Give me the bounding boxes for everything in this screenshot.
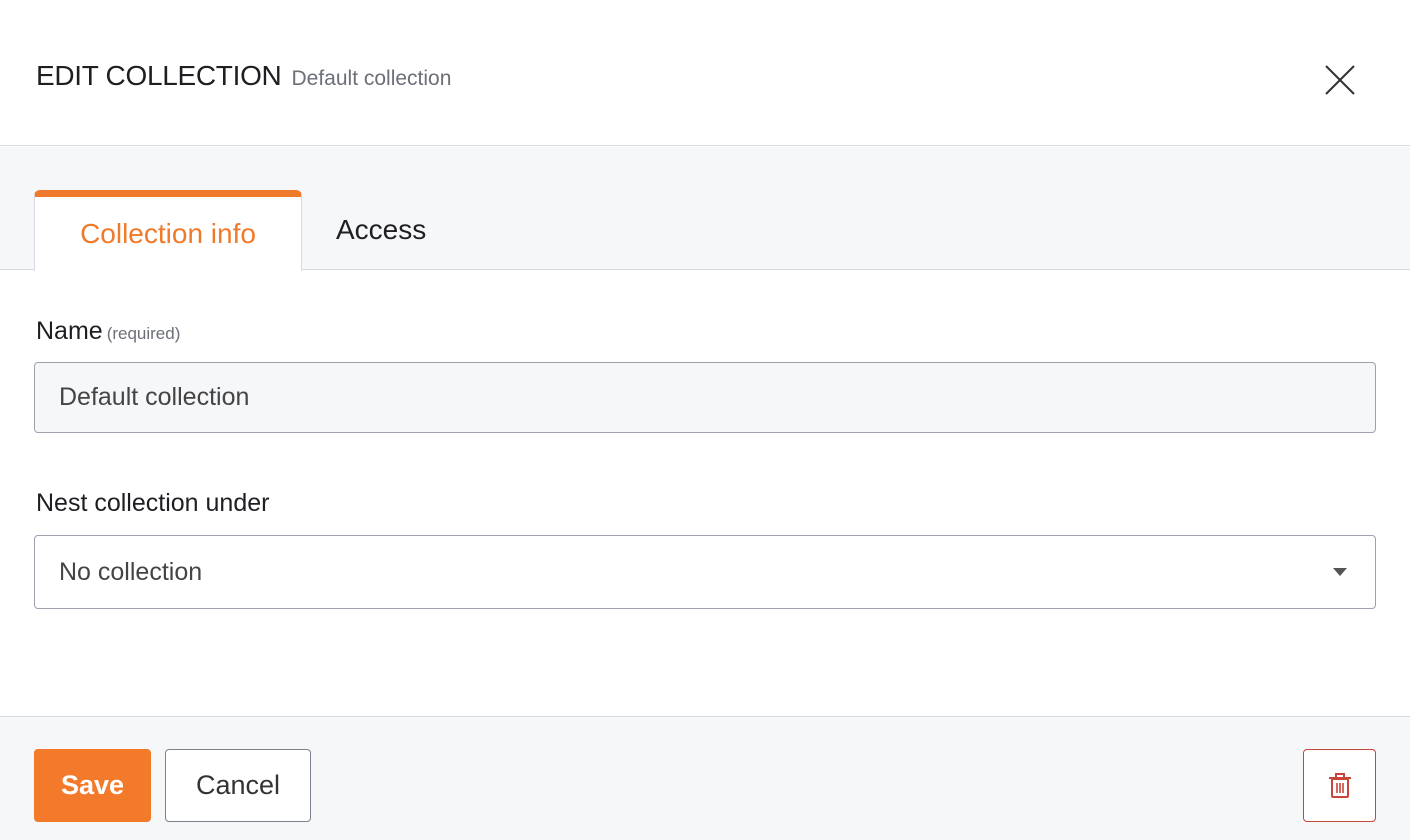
nest-select-value: No collection bbox=[59, 557, 203, 586]
nest-collection-select[interactable]: No collection bbox=[34, 535, 1376, 609]
cancel-label: Cancel bbox=[195, 770, 281, 800]
delete-button[interactable] bbox=[1303, 749, 1376, 822]
trash-icon bbox=[1328, 772, 1351, 798]
required-hint: (required) bbox=[106, 324, 181, 343]
tab-collection-info[interactable]: Collection info bbox=[34, 190, 302, 271]
name-input[interactable] bbox=[34, 362, 1376, 433]
tab-label: Access bbox=[336, 214, 427, 245]
edit-collection-dialog: EDIT COLLECTION Default collection Colle… bbox=[0, 0, 1410, 840]
caret-down-icon bbox=[1333, 568, 1347, 576]
save-label: Save bbox=[60, 770, 125, 800]
dialog-header: EDIT COLLECTION Default collection bbox=[0, 0, 1410, 146]
tab-access[interactable]: Access bbox=[304, 190, 458, 270]
close-button[interactable] bbox=[1320, 60, 1360, 100]
nest-field-label: Nest collection under bbox=[36, 489, 269, 518]
tab-label: Collection info bbox=[80, 218, 256, 249]
dialog-title-row: EDIT COLLECTION Default collection bbox=[36, 60, 451, 92]
cancel-button[interactable]: Cancel bbox=[165, 749, 311, 822]
nest-label-text: Nest collection under bbox=[36, 489, 270, 517]
close-icon bbox=[1325, 65, 1355, 95]
dialog-footer: Save Cancel bbox=[0, 716, 1410, 840]
name-field-label: Name (required) bbox=[36, 317, 180, 346]
tab-bar: Collection info Access bbox=[0, 147, 1410, 271]
dialog-title: EDIT COLLECTION bbox=[36, 60, 282, 91]
name-label-text: Name bbox=[36, 317, 103, 345]
save-button[interactable]: Save bbox=[34, 749, 151, 822]
dialog-subtitle: Default collection bbox=[291, 67, 452, 90]
